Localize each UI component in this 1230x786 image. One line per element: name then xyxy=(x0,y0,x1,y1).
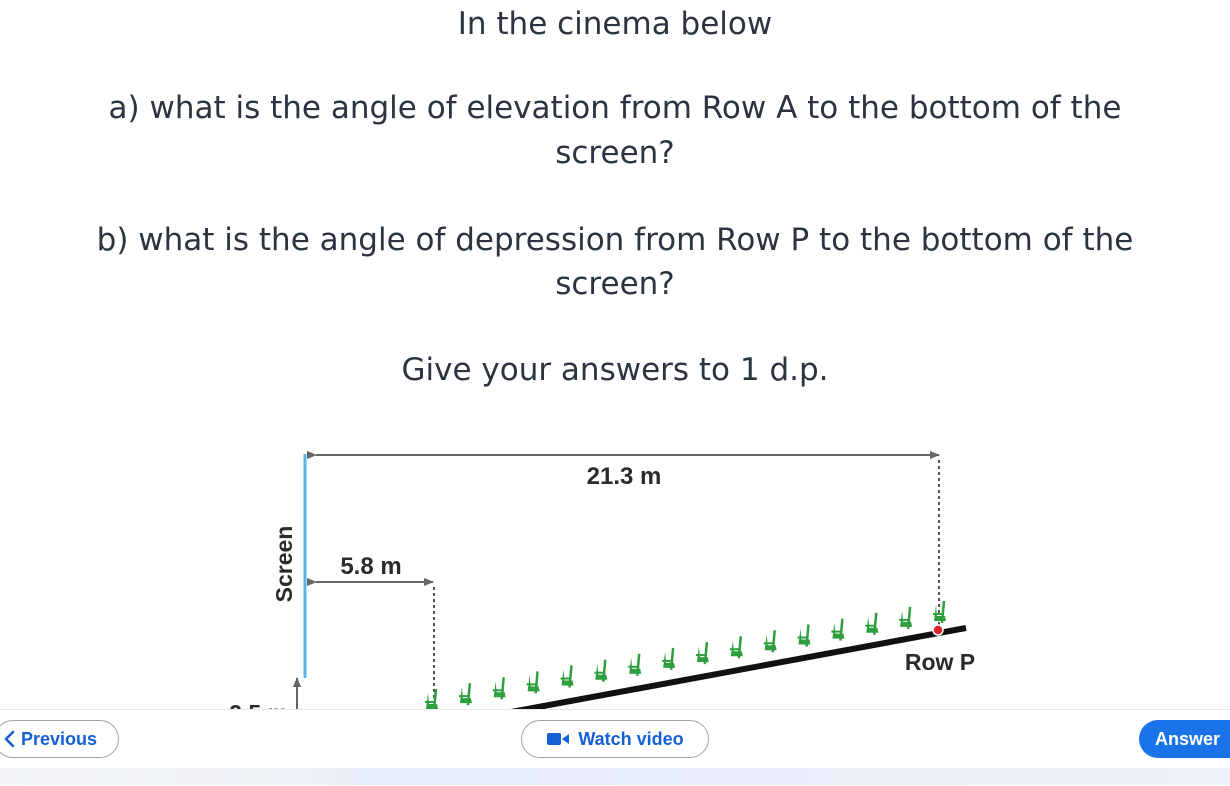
question-part-b-continued: screen? xyxy=(555,266,675,302)
seat-icon xyxy=(457,681,474,707)
seat-icon xyxy=(626,652,643,678)
seat-icon xyxy=(897,605,914,631)
answer-instruction: Give your answers to 1 d.p. xyxy=(401,352,829,388)
seat-row xyxy=(423,599,948,710)
video-camera-icon xyxy=(546,731,570,747)
row-p-point xyxy=(932,624,944,636)
answer-button[interactable]: Answer xyxy=(1139,720,1230,758)
question-part-b: b) what is the angle of depression from … xyxy=(96,222,1134,258)
front-distance-label: 5.8 m xyxy=(340,553,401,580)
watch-video-label: Watch video xyxy=(578,728,684,749)
row-p-label: Row P xyxy=(905,649,975,675)
seat-icon xyxy=(660,646,677,672)
total-distance-label: 21.3 m xyxy=(587,463,662,490)
question-part-a: a) what is the angle of elevation from R… xyxy=(108,90,1122,126)
question-title: In the cinema below xyxy=(457,6,773,42)
seat-icon xyxy=(762,629,778,654)
seat-icon xyxy=(525,670,541,695)
question-part-a-continued: screen? xyxy=(555,135,675,171)
cinema-diagram: Screen 21.3 m 5.8 m Row P 2.5 m xyxy=(229,451,975,710)
seat-icon xyxy=(728,634,745,660)
answer-button-label: Answer xyxy=(1155,728,1221,749)
chevron-left-icon xyxy=(3,730,17,748)
seat-icon xyxy=(694,640,711,666)
previous-button-label: Previous xyxy=(21,728,98,749)
seat-icon xyxy=(491,676,507,701)
screen-label: Screen xyxy=(271,526,297,603)
seat-icon xyxy=(559,664,575,689)
previous-button[interactable]: Previous xyxy=(0,720,119,758)
seat-icon xyxy=(830,617,846,642)
bottom-strip xyxy=(0,768,1230,785)
watch-video-button[interactable]: Watch video xyxy=(521,720,709,758)
seat-icon xyxy=(796,623,812,648)
seat-icon xyxy=(423,687,440,710)
seat-icon xyxy=(593,658,609,683)
sloped-floor xyxy=(505,625,967,710)
seat-icon xyxy=(864,611,880,636)
